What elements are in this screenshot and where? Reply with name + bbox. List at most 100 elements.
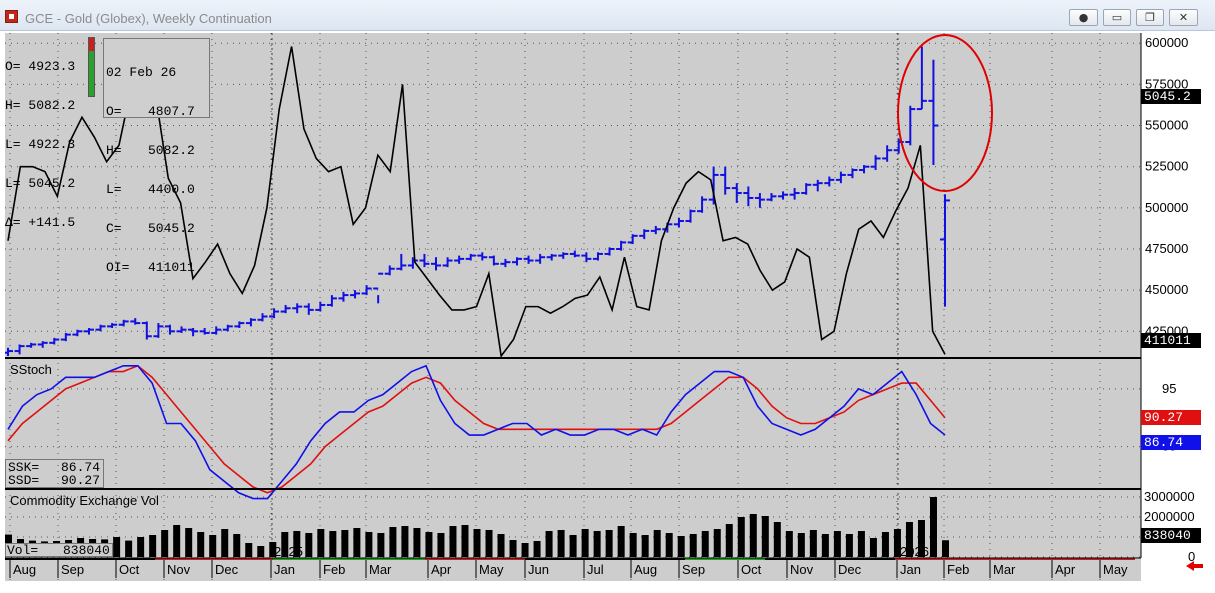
- ohlc-row: Δ= +141.5: [5, 215, 76, 230]
- volume-bar: [437, 533, 445, 557]
- volume-bar: [845, 534, 853, 557]
- volume-bar: [545, 531, 553, 557]
- volume-bar: [485, 530, 493, 557]
- ssd-tag: 90.27: [1141, 410, 1201, 425]
- last-price-tag: 5045.2: [1141, 89, 1201, 104]
- ohlc-row: L= 4922.3: [5, 137, 76, 152]
- month-label: Jun: [528, 562, 549, 577]
- volume-bar: [521, 543, 529, 557]
- volume-bar: [209, 535, 217, 557]
- volume-bar: [413, 528, 421, 557]
- open-interest-tag: 411011: [1141, 333, 1201, 348]
- volume-bar: [665, 533, 673, 557]
- month-label: Oct: [741, 562, 762, 577]
- volume-title: Commodity Exchange Vol: [10, 493, 159, 508]
- volume-bar: [653, 530, 661, 557]
- bar-info-row: O= 4807.7: [106, 104, 195, 119]
- volume-bar: [233, 534, 241, 557]
- volume-tag: 838040: [1141, 528, 1201, 543]
- month-label: Jan: [274, 562, 295, 577]
- volume-bar: [677, 536, 685, 557]
- month-label: Jan: [900, 562, 921, 577]
- volume-bar: [533, 541, 541, 557]
- volume-bar: [713, 529, 721, 557]
- window-title: GCE - Gold (Globex), Weekly Continuation: [25, 11, 272, 26]
- volume-bar: [185, 528, 193, 557]
- bar-info-row: C= 5045.2: [106, 221, 195, 236]
- volume-bar: [197, 532, 205, 557]
- stoch-values-box: SSK= 86.74 SSD= 90.27: [5, 459, 104, 488]
- volume-bar: [113, 537, 121, 557]
- price-tick-label: 600000: [1145, 35, 1188, 50]
- volume-bar: [305, 533, 313, 557]
- month-label: Jul: [587, 562, 604, 577]
- volume-tick-label: 3000000: [1144, 489, 1195, 504]
- volume-bar: [377, 533, 385, 557]
- volume-bar: [701, 531, 709, 557]
- volume-bar: [761, 516, 769, 557]
- volume-bar: [581, 529, 589, 557]
- volume-bar: [821, 534, 829, 557]
- volume-bar: [557, 530, 565, 557]
- volume-bar: [353, 528, 361, 557]
- year-label: 2025: [274, 544, 303, 559]
- volume-bar: [833, 531, 841, 557]
- price-tick-label: 500000: [1145, 200, 1188, 215]
- app-icon: [5, 10, 18, 23]
- price-tick-label: 550000: [1145, 118, 1188, 133]
- month-label: Dec: [838, 562, 862, 577]
- volume-value-box: Vol= 838040: [5, 543, 113, 558]
- maximize-button[interactable]: ❐: [1136, 9, 1164, 26]
- volume-bar: [329, 531, 337, 557]
- close-button[interactable]: ✕: [1169, 9, 1198, 26]
- minimize-button[interactable]: ▭: [1103, 9, 1131, 26]
- price-tick-label: 450000: [1145, 282, 1188, 297]
- vol-label: Vol=: [7, 543, 39, 558]
- volume-bar: [809, 530, 817, 557]
- volume-bar: [569, 535, 577, 557]
- volume-bar: [605, 530, 613, 557]
- bar-info-row: L= 4400.0: [106, 182, 195, 197]
- volume-bar: [473, 529, 481, 557]
- volume-bar: [929, 497, 937, 557]
- month-label: Mar: [993, 562, 1016, 577]
- volume-bar: [425, 532, 433, 557]
- ohlc-row: L= 5045.2: [5, 176, 76, 191]
- volume-bar: [689, 534, 697, 557]
- volume-bar: [617, 526, 625, 557]
- stoch-title: SStoch: [10, 362, 52, 377]
- ohlc-row: O= 4923.3: [5, 59, 76, 74]
- volume-bar: [125, 540, 133, 557]
- price-tick-label: 475000: [1145, 241, 1188, 256]
- record-button[interactable]: ●: [1069, 9, 1098, 26]
- volume-bar: [341, 530, 349, 557]
- ssd-label: SSD=: [8, 473, 40, 488]
- month-label: Aug: [13, 562, 36, 577]
- volume-tick-label: 2000000: [1144, 509, 1195, 524]
- volume-bar: [593, 531, 601, 557]
- month-label: Sep: [682, 562, 705, 577]
- range-gauge: [88, 37, 95, 97]
- price-tick-label: 525000: [1145, 159, 1188, 174]
- volume-bar: [942, 540, 949, 557]
- volume-bar: [785, 531, 793, 557]
- volume-bar: [857, 531, 865, 557]
- bar-info-date: 02 Feb 26: [106, 65, 177, 80]
- volume-bar: [881, 532, 889, 557]
- volume-bar: [401, 526, 409, 557]
- month-label: Mar: [369, 562, 392, 577]
- volume-bar: [221, 529, 229, 557]
- volume-bar: [749, 514, 757, 557]
- volume-bar: [389, 527, 397, 557]
- volume-bar: [725, 524, 733, 557]
- ohlc-row: H= 5082.2: [5, 98, 76, 113]
- month-label: Feb: [947, 562, 969, 577]
- month-label: May: [1103, 562, 1128, 577]
- header-ohlc: O= 4923.3 H= 5082.2 L= 4922.3 L= 5045.2 …: [5, 34, 75, 242]
- month-label: Nov: [790, 562, 814, 577]
- month-label: Aug: [634, 562, 657, 577]
- volume-bar: [641, 535, 649, 557]
- volume-bar: [137, 537, 145, 557]
- volume-bar: [869, 538, 877, 557]
- volume-bar: [161, 530, 169, 557]
